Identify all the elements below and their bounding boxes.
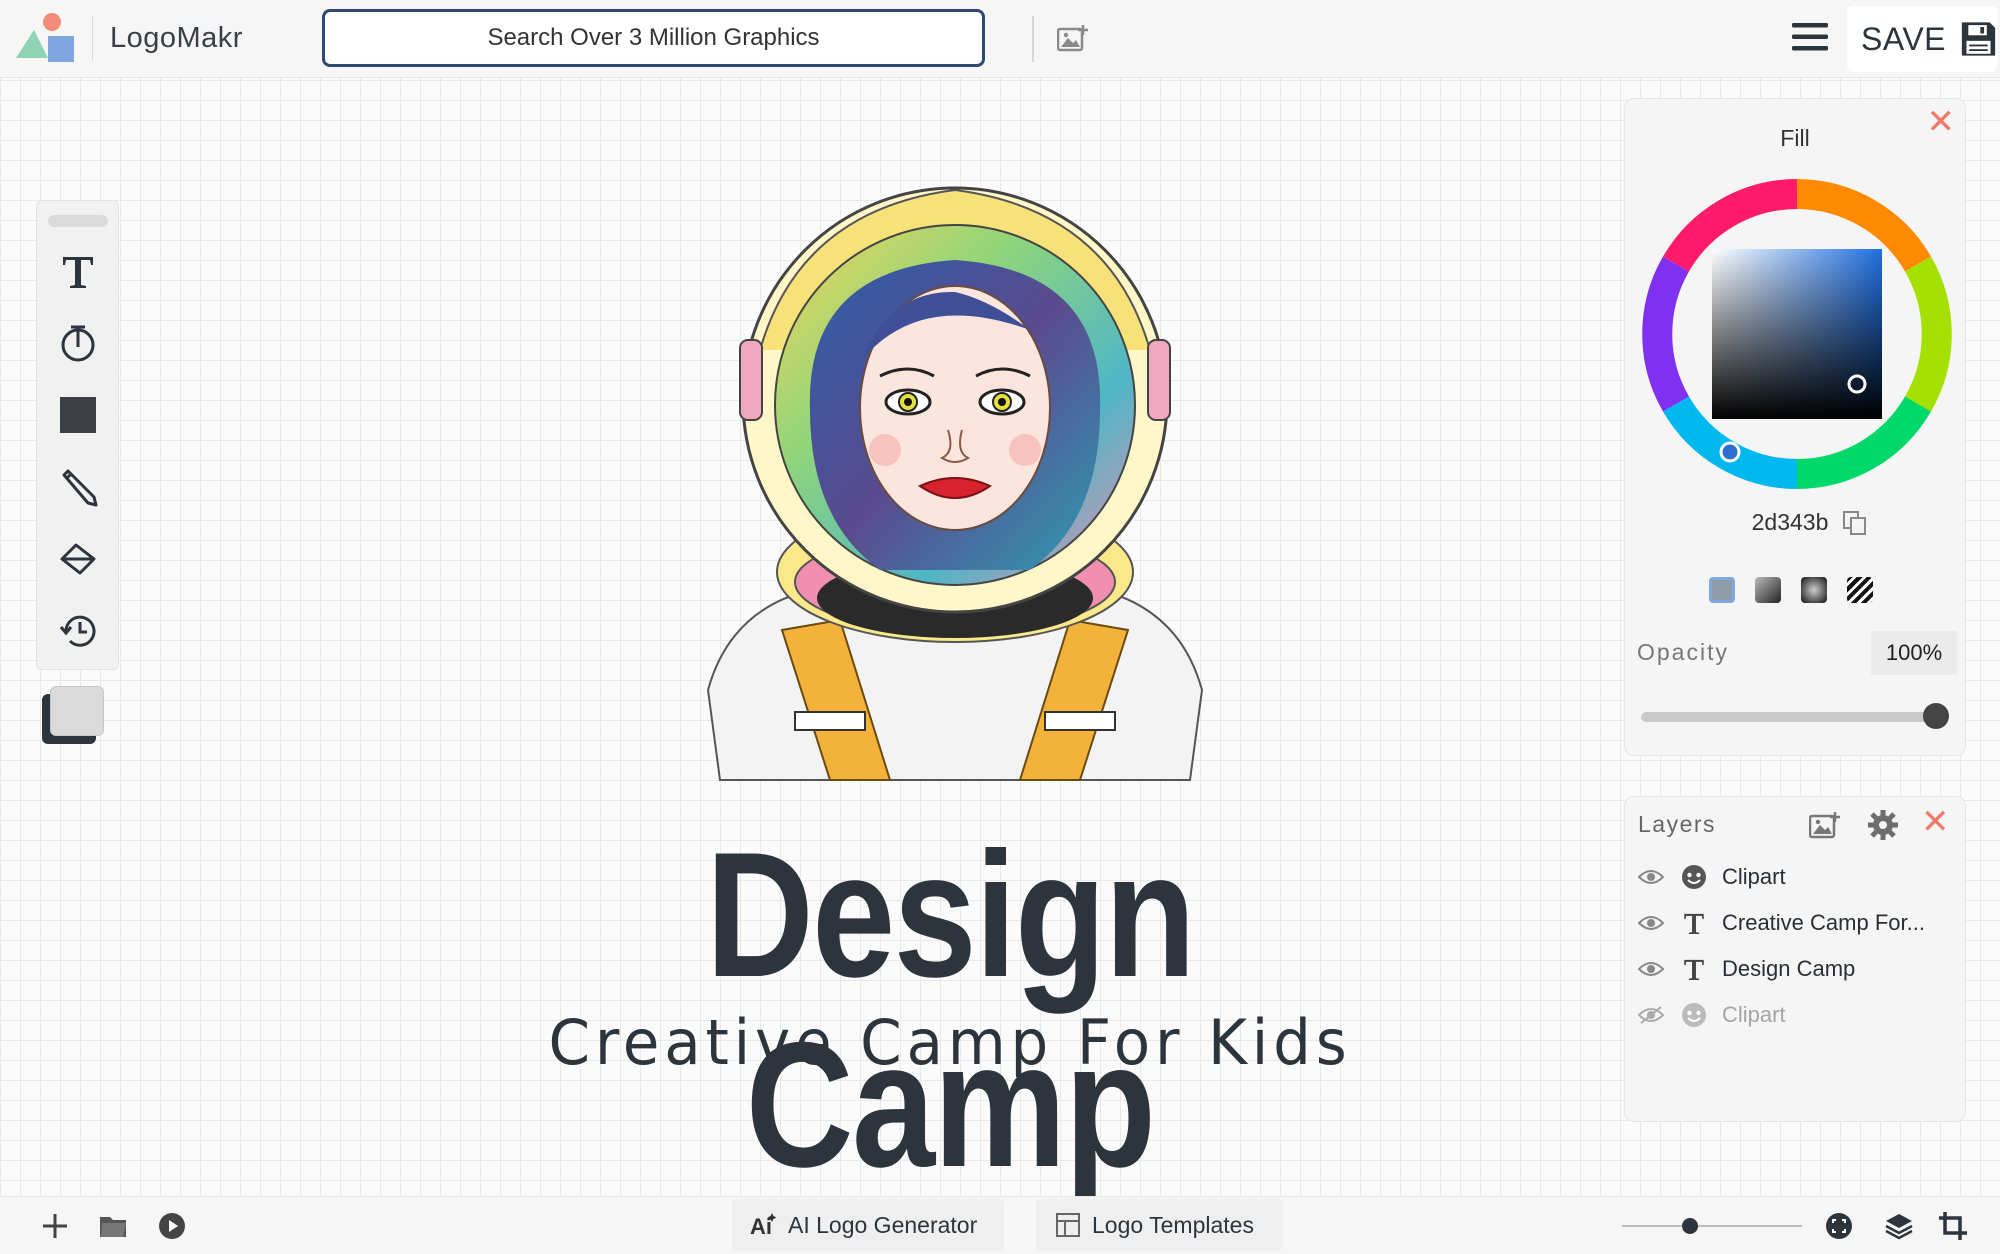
- shape-tool-icon: [61, 325, 95, 362]
- eye-slash-icon[interactable]: [1638, 1006, 1664, 1024]
- text-tool-icon: [63, 257, 93, 288]
- layers-panel: Layers ✕ Clipart Creative Camp For... De…: [1624, 796, 1966, 1122]
- search-input[interactable]: [325, 12, 982, 64]
- background-color-swatch[interactable]: [50, 686, 104, 736]
- hex-row: 2d343b: [1625, 509, 1965, 536]
- layers-stack-icon[interactable]: [1884, 1211, 1914, 1241]
- opacity-slider-track[interactable]: [1641, 712, 1931, 722]
- logo-templates-tab[interactable]: Logo Templates: [1036, 1199, 1282, 1251]
- bottom-bar: Ai AI Logo Generator Logo Templates: [0, 1196, 2000, 1254]
- ai-logo-generator-label: AI Logo Generator: [788, 1211, 978, 1238]
- hamburger-menu-icon[interactable]: [1791, 20, 1829, 54]
- text-layer-icon: [1680, 955, 1708, 983]
- eye-icon[interactable]: [1638, 914, 1664, 932]
- logo-divider: [92, 16, 93, 60]
- template-layout-icon: [1056, 1213, 1080, 1237]
- zoom-slider-thumb[interactable]: [1682, 1218, 1699, 1234]
- hex-color-value[interactable]: 2d343b: [1752, 509, 1829, 536]
- crop-icon[interactable]: [1938, 1211, 1968, 1241]
- pattern-fill-option[interactable]: [1847, 577, 1873, 603]
- layer-row[interactable]: Design Camp: [1638, 951, 1948, 987]
- eye-icon[interactable]: [1638, 960, 1664, 978]
- pencil-icon: [62, 469, 98, 507]
- left-toolbar: [36, 200, 119, 670]
- clipart-layer-icon: [1680, 863, 1708, 891]
- linear-gradient-fill-option[interactable]: [1755, 577, 1781, 603]
- save-button[interactable]: SAVE: [1847, 6, 1997, 72]
- toolbar-divider: [1032, 16, 1034, 62]
- toolbar-drag-handle[interactable]: [48, 215, 108, 227]
- opacity-row: Opacity 100%: [1637, 631, 1957, 675]
- fit-to-screen-icon[interactable]: [1824, 1211, 1854, 1241]
- layer-row[interactable]: Clipart: [1638, 859, 1948, 895]
- app-title[interactable]: LogoMakr: [110, 22, 243, 55]
- layer-name: Creative Camp For...: [1722, 910, 1925, 935]
- history-tool-button[interactable]: [54, 607, 102, 655]
- gear-icon[interactable]: [1867, 809, 1899, 841]
- layer-row[interactable]: Creative Camp For...: [1638, 905, 1948, 941]
- search-box[interactable]: [322, 9, 985, 67]
- floppy-disk-icon: [1961, 22, 1996, 56]
- eraser-tool-button[interactable]: [54, 535, 102, 583]
- copy-icon[interactable]: [1842, 510, 1868, 536]
- fill-type-selector: [1709, 577, 1893, 603]
- plus-icon[interactable]: [40, 1211, 70, 1241]
- shape-tool-button[interactable]: [54, 319, 102, 367]
- layers-panel-title: Layers: [1638, 811, 1717, 837]
- clipart-layer-icon: [1680, 1001, 1708, 1029]
- close-layers-panel-icon[interactable]: ✕: [1921, 805, 1950, 839]
- opacity-label: Opacity: [1637, 639, 1729, 665]
- folder-icon[interactable]: [98, 1211, 128, 1241]
- layer-name: Clipart: [1722, 864, 1786, 889]
- save-label: SAVE: [1861, 20, 1946, 57]
- ai-sparkle-icon: Ai: [750, 1213, 777, 1239]
- radial-gradient-fill-option[interactable]: [1801, 577, 1827, 603]
- layer-row[interactable]: Clipart: [1638, 997, 1948, 1033]
- eraser-icon: [60, 543, 96, 575]
- layer-name: Clipart: [1722, 1002, 1786, 1027]
- astronaut-girl-clipart[interactable]: [690, 180, 1220, 800]
- pencil-tool-button[interactable]: [54, 463, 102, 511]
- opacity-slider[interactable]: [1641, 703, 1953, 729]
- logo-tagline-text[interactable]: Creative Camp For Kids: [537, 1008, 1363, 1078]
- logo-templates-label: Logo Templates: [1092, 1211, 1254, 1238]
- image-upload-icon[interactable]: [1057, 24, 1089, 52]
- square-shape-icon: [60, 397, 96, 433]
- top-bar: LogoMakr SAVE: [0, 0, 2000, 78]
- fill-panel: ✕ Fill 2d343b Opacity 100%: [1624, 98, 1966, 756]
- color-swatch[interactable]: [42, 686, 104, 744]
- play-icon[interactable]: [157, 1211, 187, 1241]
- layer-name: Design Camp: [1722, 956, 1856, 981]
- solid-fill-option[interactable]: [1709, 577, 1735, 603]
- history-icon: [59, 615, 96, 647]
- text-layer-icon: [1680, 909, 1708, 937]
- opacity-slider-thumb[interactable]: [1923, 703, 1949, 729]
- logomakr-logo-icon[interactable]: [14, 12, 78, 64]
- eye-icon[interactable]: [1638, 868, 1664, 886]
- color-picker-wheel[interactable]: [1642, 179, 1952, 489]
- opacity-value-input[interactable]: 100%: [1871, 631, 1957, 675]
- fill-panel-title: Fill: [1780, 125, 1810, 151]
- ai-logo-generator-tab[interactable]: Ai AI Logo Generator: [732, 1199, 1004, 1251]
- square-tool-button[interactable]: [54, 391, 102, 439]
- zoom-slider[interactable]: [1622, 1218, 1802, 1234]
- zoom-slider-track[interactable]: [1622, 1225, 1802, 1227]
- text-tool-button[interactable]: [54, 247, 102, 295]
- add-image-layer-icon[interactable]: [1809, 811, 1841, 839]
